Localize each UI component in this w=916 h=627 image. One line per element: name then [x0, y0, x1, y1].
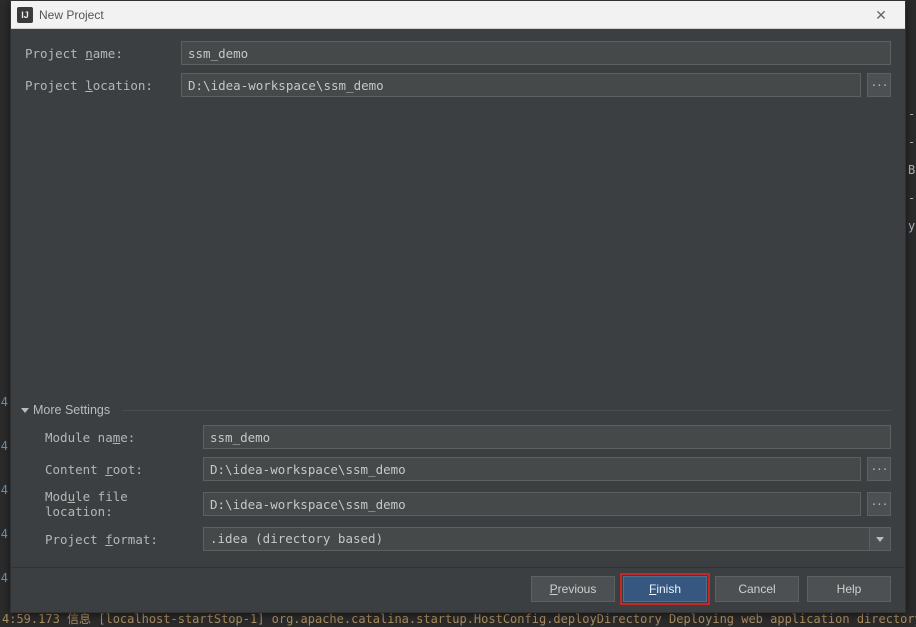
label-module-file-location: Module file location: [25, 489, 197, 519]
row-module-name: Module name: [25, 425, 891, 449]
dialog-content: Project name: Project location: ... More… [11, 29, 905, 567]
row-content-root: Content root: ... [25, 457, 891, 481]
close-icon[interactable]: ✕ [861, 1, 901, 29]
more-settings-label: More Settings [33, 403, 110, 417]
chevron-down-icon[interactable] [869, 527, 891, 551]
row-module-file-location: Module file location: ... [25, 489, 891, 519]
window-title: New Project [39, 8, 861, 22]
label-project-name: Project name: [25, 46, 175, 61]
label-content-root: Content root: [25, 462, 197, 477]
help-button[interactable]: Help [807, 576, 891, 602]
new-project-dialog: IJ New Project ✕ Project name: Project l… [10, 0, 906, 613]
label-project-location: Project location: [25, 78, 175, 93]
row-project-name: Project name: [25, 41, 891, 65]
finish-button[interactable]: Finish [623, 576, 707, 602]
background-right-edge: - - B - y [908, 100, 916, 240]
row-project-format: Project format: .idea (directory based) [25, 527, 891, 551]
label-module-name: Module name: [25, 430, 197, 445]
module-name-input[interactable] [203, 425, 891, 449]
button-bar: Previous Finish Cancel Help [11, 567, 905, 612]
app-icon: IJ [17, 7, 33, 23]
background-console-line: 4:59.173 信息 [localhost-startStop-1] org.… [0, 611, 916, 627]
project-name-input[interactable] [181, 41, 891, 65]
content-root-input[interactable] [203, 457, 861, 481]
titlebar: IJ New Project ✕ [11, 1, 905, 29]
project-format-value: .idea (directory based) [203, 527, 891, 551]
background-gutter: 4 4 4 4 4 [0, 380, 10, 611]
project-location-input[interactable] [181, 73, 861, 97]
previous-button[interactable]: Previous [531, 576, 615, 602]
row-project-location: Project location: ... [25, 73, 891, 97]
more-settings-toggle[interactable]: More Settings [21, 403, 891, 417]
cancel-button[interactable]: Cancel [715, 576, 799, 602]
content-root-browse-button[interactable]: ... [867, 457, 891, 481]
project-format-select[interactable]: .idea (directory based) [203, 527, 891, 551]
project-location-browse-button[interactable]: ... [867, 73, 891, 97]
module-file-location-input[interactable] [203, 492, 861, 516]
chevron-down-icon [21, 408, 29, 413]
module-file-location-browse-button[interactable]: ... [867, 492, 891, 516]
label-project-format: Project format: [25, 532, 197, 547]
